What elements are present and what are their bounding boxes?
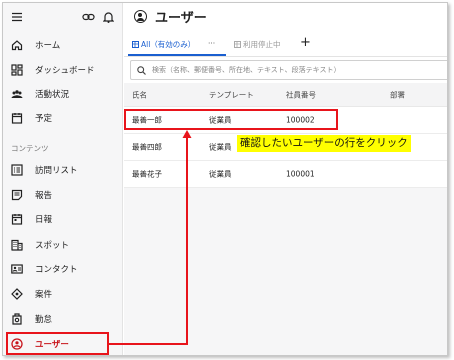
annotation-arrow [107, 130, 192, 345]
instruction-callout: 確認したいユーザーの行をクリック [237, 135, 411, 152]
app-window: ホーム ダッシュボード 活動状況 予定 コンテンツ 訪問リスト 報告 日報 スポ… [2, 2, 448, 356]
